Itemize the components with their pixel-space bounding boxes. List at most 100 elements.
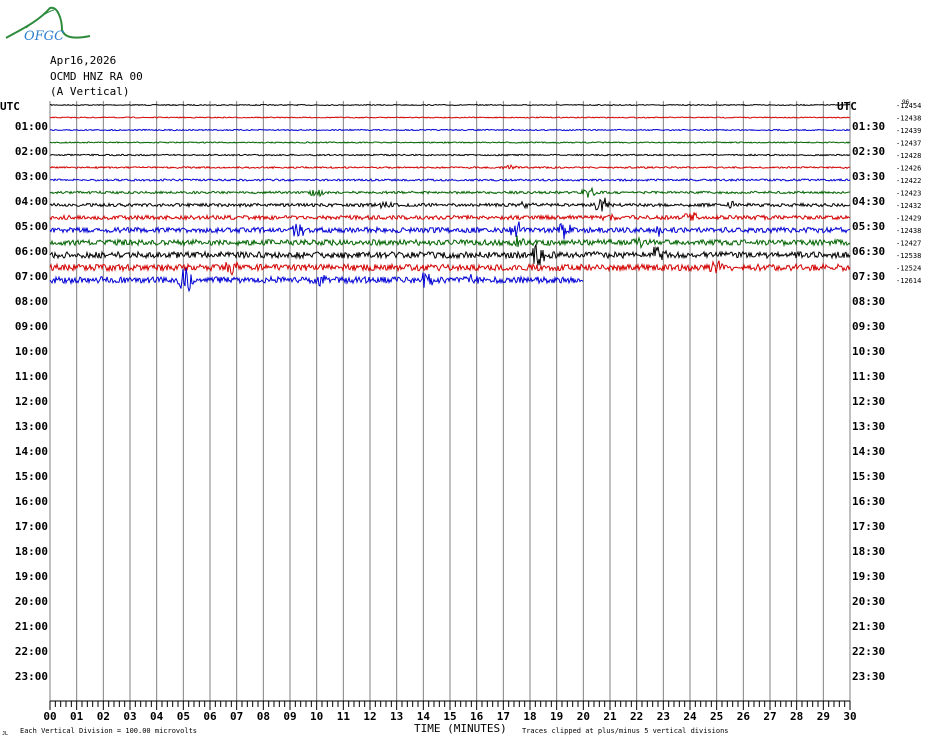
x-tick-label: 04 [150,710,164,723]
x-tick-label: 15 [443,710,456,723]
x-tick-label: 05 [177,710,190,723]
logo-text: OFGC [24,29,64,44]
utc-hour-label-right: 18:30 [852,545,885,558]
x-tick-label: 25 [710,710,723,723]
utc-hour-label-left: 17:00 [15,520,48,533]
trace-offset-label: -12438 [896,227,921,235]
utc-hour-label-left: 01:00 [15,120,48,133]
x-tick-label: 21 [603,710,617,723]
utc-hour-label-right: 14:30 [852,445,885,458]
x-tick-label: 09 [283,710,296,723]
utc-hour-label-right: 15:30 [852,470,885,483]
utc-hour-label-left: 18:00 [15,545,48,558]
trace-offset-label: -12422 [896,177,921,185]
utc-hour-label-right: 10:30 [852,345,885,358]
utc-hour-label-left: 23:00 [15,670,48,683]
x-tick-label: 29 [817,710,830,723]
utc-hour-label-left: 04:00 [15,195,48,208]
utc-hour-label-left: 09:00 [15,320,48,333]
utc-hour-label-left: 21:00 [15,620,48,633]
footer-clip-note: Traces clipped at plus/minus 5 vertical … [522,727,729,735]
trace-offset-label: -12429 [896,215,921,223]
trace-offset-label: -12454 [896,102,921,110]
seismic-trace [49,103,851,107]
trace-offset-label: -12438 [896,115,921,123]
utc-hour-label-left: 13:00 [15,420,48,433]
x-tick-label: 08 [257,710,270,723]
x-tick-label: 22 [630,710,643,723]
x-tick-label: 16 [470,710,484,723]
trace-offset-label: -12432 [896,202,921,210]
utc-hour-label-right: 08:30 [852,295,885,308]
trace-offset-label: -12614 [896,277,921,285]
x-tick-label: 00 [43,710,56,723]
seismic-trace [49,116,851,119]
utc-hour-label-left: 10:00 [15,345,48,358]
logo-swoosh-accent [25,9,55,29]
logo: OFGC [5,6,91,44]
trace-offset-label: -12423 [896,190,921,198]
utc-hour-label-left: 12:00 [15,395,48,408]
utc-hour-label-right: 13:30 [852,420,885,433]
trace-offset-label: -12427 [896,240,921,248]
axis-labels: UTC UTC TIME (MINUTES) Each Vertical Div… [0,99,921,737]
trace-offset-label: -12426 [896,165,921,173]
trace-offset-label: -12428 [896,152,921,160]
utc-hour-label-right: 02:30 [852,145,885,158]
x-tick-label: 30 [843,710,856,723]
utc-hour-label-right: 16:30 [852,495,885,508]
utc-hour-label-left: 22:00 [15,645,48,658]
utc-hour-label-right: 22:30 [852,645,885,658]
utc-hour-label-right: 06:30 [852,245,885,258]
utc-hour-label-right: 07:30 [852,270,885,283]
x-tick-label: 14 [417,710,431,723]
utc-hour-label-left: 15:00 [15,470,48,483]
utc-hour-label-left: 02:00 [15,145,48,158]
trace-offset-label: -12439 [896,127,921,135]
x-tick-label: 18 [523,710,536,723]
utc-hour-label-left: 11:00 [15,370,48,383]
utc-hour-label-left: 03:00 [15,170,48,183]
x-axis-title: TIME (MINUTES) [414,722,507,735]
utc-hour-label-left: 06:00 [15,245,48,258]
utc-label-right: UTC [837,100,857,113]
footer-scale-note: Each Vertical Division = 100.00 microvol… [20,727,197,735]
utc-hour-label-left: 16:00 [15,495,48,508]
utc-hour-label-right: 11:30 [852,370,885,383]
utc-hour-label-right: 04:30 [852,195,885,208]
x-tick-label: 02 [97,710,110,723]
utc-label-left: UTC [0,100,20,113]
trace-offset-label: -12437 [896,140,921,148]
x-tick-label: 10 [310,710,323,723]
x-tick-label: 19 [550,710,563,723]
utc-hour-label-right: 20:30 [852,595,885,608]
x-tick-label: 03 [123,710,136,723]
utc-hour-label-left: 19:00 [15,570,48,583]
utc-hour-label-right: 03:30 [852,170,885,183]
footer-mark: JL [2,731,8,737]
utc-hour-label-right: 05:30 [852,220,885,233]
utc-hour-label-right: 01:30 [852,120,885,133]
utc-hour-label-right: 12:30 [852,395,885,408]
x-tick-label: 11 [337,710,351,723]
x-tick-label: 06 [203,710,217,723]
x-tick-label: 24 [683,710,697,723]
x-tick-label: 01 [70,710,84,723]
x-tick-label: 28 [790,710,803,723]
x-tick-label: 13 [390,710,403,723]
x-tick-label: 27 [763,710,776,723]
utc-hour-label-right: 23:30 [852,670,885,683]
utc-hour-label-left: 05:00 [15,220,48,233]
utc-hour-label-left: 20:00 [15,595,48,608]
seismogram-plot: OFGC UTC UTC TIME (MINUTES) Each Vertica… [0,6,921,737]
utc-hour-label-right: 09:30 [852,320,885,333]
x-tick-label: 26 [737,710,751,723]
x-tick-label: 20 [577,710,590,723]
trace-offset-label: -12524 [896,265,921,273]
trace-offset-label: -12538 [896,252,921,260]
x-tick-label: 17 [497,710,510,723]
utc-hour-label-left: 14:00 [15,445,48,458]
utc-hour-label-left: 08:00 [15,295,48,308]
utc-hour-label-left: 07:00 [15,270,48,283]
x-tick-label: 07 [230,710,243,723]
